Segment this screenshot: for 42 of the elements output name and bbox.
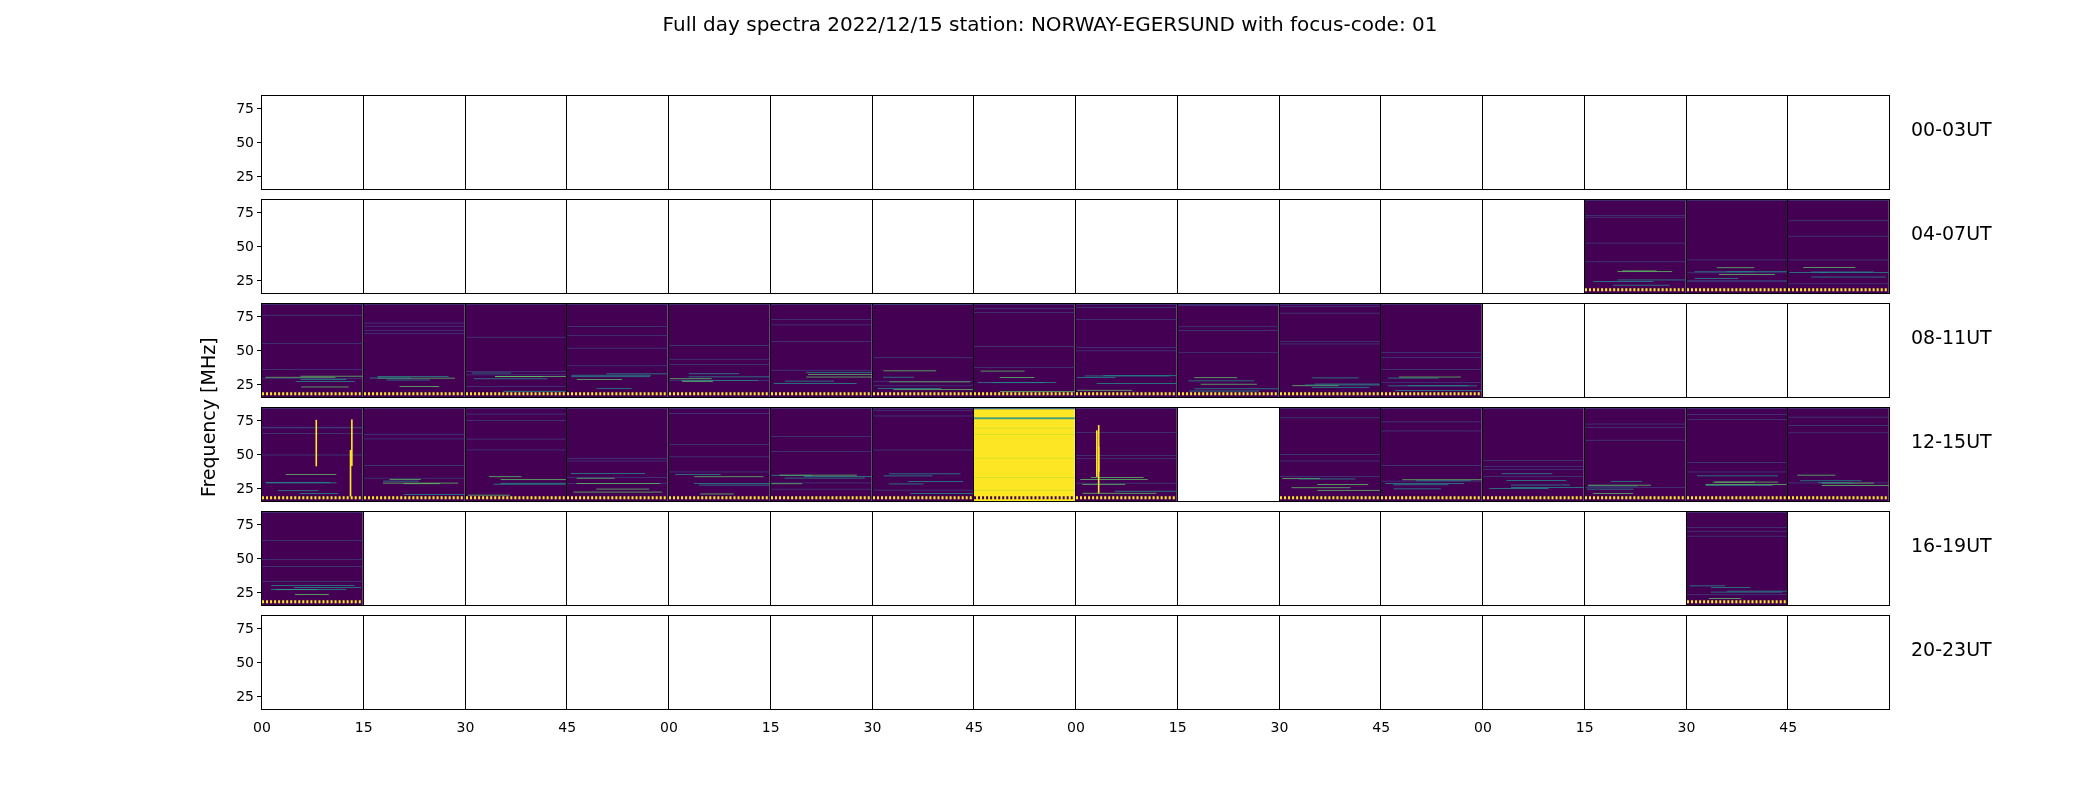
- y-tick-label: 25: [236, 687, 254, 705]
- y-tick-label: 75: [236, 307, 254, 325]
- y-tick-label: 25: [236, 271, 254, 289]
- x-tick-label: 00: [253, 718, 271, 737]
- y-tick-label: 75: [236, 619, 254, 637]
- y-tick-label: 50: [236, 237, 254, 255]
- y-tick-label: 25: [236, 167, 254, 185]
- x-tick-label: 15: [354, 718, 373, 737]
- y-tick-label: 25: [236, 479, 254, 497]
- y-tick-label: 50: [236, 653, 254, 671]
- row-time-label: 08-11UT: [1910, 325, 1992, 350]
- x-tick-label: 30: [1677, 718, 1696, 737]
- x-tick-label: 15: [1168, 718, 1187, 737]
- row-time-label: 12-15UT: [1910, 429, 1992, 454]
- x-tick-label: 45: [965, 718, 984, 737]
- y-tick-label: 25: [236, 375, 254, 393]
- x-tick-label: 15: [761, 718, 780, 737]
- y-tick-label: 25: [236, 583, 254, 601]
- figure-title: Full day spectra 2022/12/15 station: NORWAY-EGERSUND with focus-code: 01: [661, 11, 1439, 38]
- x-tick-label: 45: [1779, 718, 1798, 737]
- row-time-label: 20-23UT: [1910, 637, 1992, 662]
- x-tick-label: 45: [1372, 718, 1391, 737]
- x-tick-label: 00: [660, 718, 678, 737]
- y-tick-label: 75: [236, 203, 254, 221]
- y-tick-label: 75: [236, 515, 254, 533]
- y-tick-label: 50: [236, 341, 254, 359]
- x-tick-label: 00: [1474, 718, 1492, 737]
- x-tick-label: 30: [863, 718, 882, 737]
- row-time-label: 04-07UT: [1910, 221, 1992, 246]
- x-tick-label: 30: [1270, 718, 1289, 737]
- x-tick-label: 00: [1067, 718, 1085, 737]
- y-tick-label: 75: [236, 411, 254, 429]
- y-tick-label: 75: [236, 99, 254, 117]
- x-tick-label: 45: [558, 718, 577, 737]
- row-time-label: 16-19UT: [1910, 533, 1992, 558]
- y-tick-label: 50: [236, 445, 254, 463]
- x-tick-label: 30: [456, 718, 475, 737]
- row-time-label: 00-03UT: [1910, 117, 1992, 142]
- y-tick-label: 50: [236, 133, 254, 151]
- y-axis-label: Frequency [MHz]: [195, 337, 220, 497]
- y-tick-label: 50: [236, 549, 254, 567]
- x-tick-label: 15: [1575, 718, 1594, 737]
